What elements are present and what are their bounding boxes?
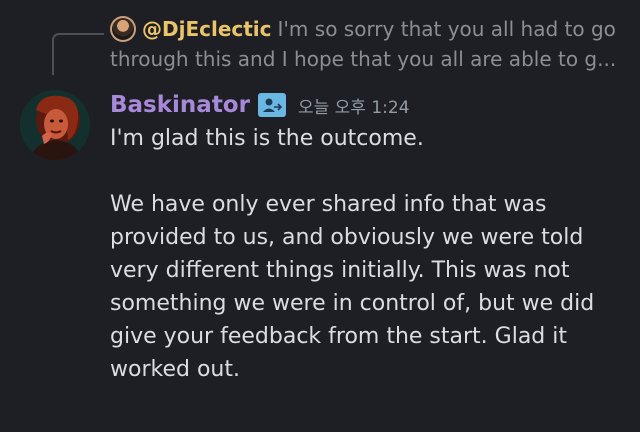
message-line: give your feedback from the start. Glad … [110,324,567,349]
reply-text-line-2[interactable]: through this and I hope that you all are… [110,47,616,71]
message-header: Baskinator 오늘 오후 1:24 [110,88,410,122]
message-paragraph-1: I'm glad this is the outcome. [110,126,424,151]
avatar[interactable] [20,90,90,160]
message-line: something we were in control of, but we … [110,291,595,316]
avatar-portrait-icon [20,90,90,160]
message-line: very different things initially. This wa… [110,258,570,283]
timestamp[interactable]: 오늘 오후 1:24 [298,93,410,118]
reply-connector-line [52,33,104,75]
message-body: I'm glad this is the outcome. We have on… [110,122,630,386]
reply-author[interactable]: @DjEclectic [142,17,272,41]
reply-text-line-1[interactable]: I'm so sorry that you all had to go [278,17,616,41]
role-badge-icon[interactable] [257,93,286,117]
chat-message: @DjEclectic I'm so sorry that you all had… [0,0,640,432]
message-line: provided to us, and obviously we were to… [110,225,584,250]
reply-reference[interactable]: @DjEclectic I'm so sorry that you all had… [110,14,630,74]
message-line: worked out. [110,357,240,382]
author-name[interactable]: Baskinator [110,92,250,118]
user-avatar-icon[interactable] [110,16,136,42]
message-paragraph-2: We have only ever shared info that was p… [110,188,630,386]
message-line: We have only ever shared info that was [110,192,547,217]
